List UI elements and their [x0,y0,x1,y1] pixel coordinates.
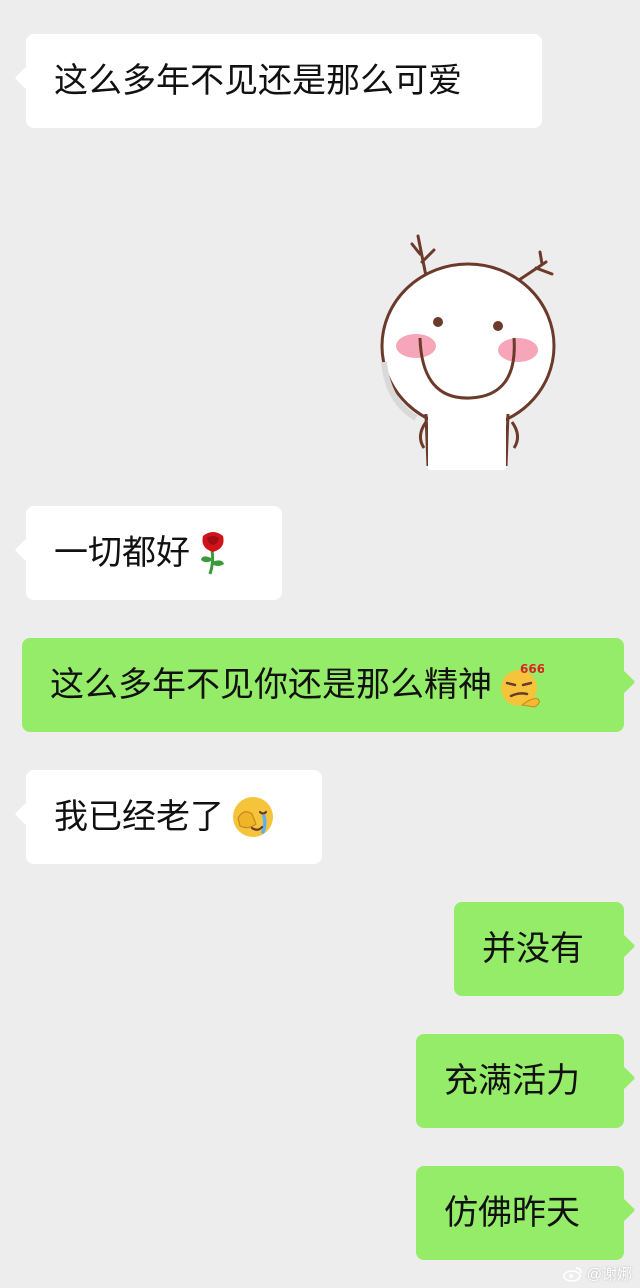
rose-icon [201,532,224,575]
message-text: 并没有 [482,929,584,969]
svg-text:666: 666 [520,662,544,676]
message-bubble-outgoing[interactable]: 这么多年不见你还是那么精神 666 [22,638,624,732]
weibo-icon [562,1266,582,1282]
message-bubble-incoming[interactable]: 我已经老了 [26,770,322,864]
message-text: 仿佛昨天 [444,1193,580,1233]
message-text: 充满活力 [444,1061,580,1101]
watermark: @谢娜 [562,1263,632,1284]
message-text: 一切都好 [54,533,190,573]
facepalm-cry-icon [233,797,273,837]
message-bubble-incoming[interactable]: 这么多年不见还是那么可爱 [26,34,542,128]
666-smirk-icon: 666 [501,662,544,708]
message-bubble-outgoing[interactable]: 并没有 [454,902,624,996]
message-text: 这么多年不见你还是那么精神 [50,665,492,705]
watermark-text: @谢娜 [586,1266,632,1283]
smiling-doll-sticker[interactable] [376,222,562,472]
message-text: 这么多年不见还是那么可爱 [54,61,462,101]
message-bubble-incoming[interactable]: 一切都好 [26,506,282,600]
message-text: 我已经老了 [54,797,224,837]
message-bubble-outgoing[interactable]: 充满活力 [416,1034,624,1128]
message-bubble-outgoing[interactable]: 仿佛昨天 [416,1166,624,1260]
